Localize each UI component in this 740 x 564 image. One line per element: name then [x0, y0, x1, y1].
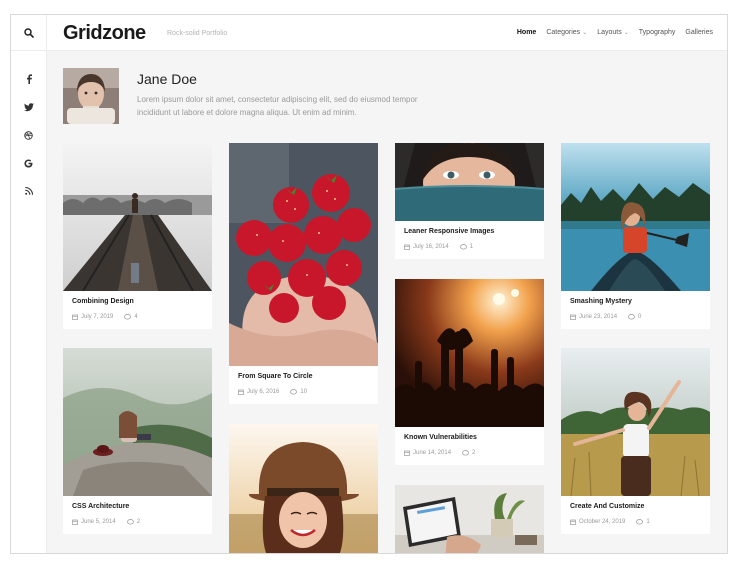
post-meta: June 14, 2014 2: [404, 450, 535, 456]
post-meta: June 23, 2014 0: [570, 314, 701, 320]
calendar-icon: [72, 519, 78, 525]
page-frame: Gridzone Rock-solid Portfolio Home Categ…: [10, 14, 728, 554]
comment-icon: [636, 519, 644, 525]
post-comment-count[interactable]: 10: [300, 389, 307, 395]
post-date: June 23, 2014: [579, 314, 618, 320]
post-date: June 5, 2014: [81, 519, 116, 525]
dribbble-icon: [24, 130, 33, 140]
calendar-icon: [404, 244, 410, 250]
nav-galleries[interactable]: Galleries: [685, 29, 713, 36]
google-icon: [24, 158, 33, 168]
calendar-icon: [570, 314, 576, 320]
facebook-link[interactable]: [11, 65, 47, 93]
post-meta: July 6, 2016 10: [238, 389, 369, 395]
post-title[interactable]: Known Vulnerabilities: [404, 434, 535, 441]
post-meta: July 7, 2019 4: [72, 314, 203, 320]
post-thumbnail[interactable]: [395, 279, 544, 427]
post-thumbnail[interactable]: [229, 143, 378, 366]
chevron-down-icon: ⌄: [582, 30, 588, 36]
post-comment-count[interactable]: 1: [470, 244, 473, 250]
post-thumbnail[interactable]: [561, 348, 710, 496]
post-thumbnail[interactable]: [229, 424, 378, 553]
post-title[interactable]: Leaner Responsive Images: [404, 228, 535, 235]
post-card[interactable]: Create And Customize October 24, 2019 1: [561, 348, 710, 534]
post-title[interactable]: Smashing Mystery: [570, 298, 701, 305]
post-meta: June 5, 2014 2: [72, 519, 203, 525]
site-logo[interactable]: Gridzone: [63, 22, 146, 45]
post-date: July 7, 2019: [81, 314, 114, 320]
comment-icon: [126, 519, 134, 525]
calendar-icon: [404, 450, 410, 456]
author-name: Jane Doe: [137, 71, 197, 87]
post-thumbnail[interactable]: [395, 143, 544, 221]
calendar-icon: [570, 519, 576, 525]
post-comment-count[interactable]: 1: [646, 519, 649, 525]
post-card[interactable]: CSS Architecture June 5, 2014 2: [63, 348, 212, 534]
post-title[interactable]: Create And Customize: [570, 503, 701, 510]
social-sidebar: [11, 15, 47, 553]
post-thumbnail[interactable]: [395, 485, 544, 553]
main-nav: Home Categories ⌄ Layouts ⌄ Typography Gal…: [517, 29, 713, 36]
post-comment-count[interactable]: 2: [137, 519, 140, 525]
post-title[interactable]: CSS Architecture: [72, 503, 203, 510]
post-comment-count[interactable]: 0: [638, 314, 641, 320]
post-card[interactable]: Combining Design July 7, 2019 4: [63, 143, 212, 329]
comment-icon: [290, 389, 298, 395]
rss-link[interactable]: [11, 177, 47, 205]
site-header: Gridzone Rock-solid Portfolio Home Categ…: [47, 15, 727, 51]
post-thumbnail[interactable]: [561, 143, 710, 291]
nav-typography[interactable]: Typography: [639, 29, 676, 36]
comment-icon: [124, 314, 132, 320]
search-icon: [23, 27, 34, 38]
post-card[interactable]: Smashing Mystery June 23, 2014 0: [561, 143, 710, 329]
dribbble-link[interactable]: [11, 121, 47, 149]
post-comment-count[interactable]: 4: [134, 314, 137, 320]
author-avatar: [63, 68, 119, 124]
nav-categories[interactable]: Categories ⌄: [546, 29, 587, 36]
post-card[interactable]: From Square To Circle July 6, 2016 10: [229, 143, 378, 404]
calendar-icon: [72, 314, 78, 320]
search-button[interactable]: [11, 15, 46, 51]
post-date: July 16, 2014: [413, 244, 449, 250]
post-title[interactable]: From Square To Circle: [238, 373, 369, 380]
google-link[interactable]: [11, 149, 47, 177]
post-date: October 24, 2019: [579, 519, 626, 525]
comment-icon: [462, 450, 469, 456]
nav-home[interactable]: Home: [517, 29, 536, 36]
post-thumbnail[interactable]: [63, 143, 212, 291]
facebook-icon: [26, 74, 32, 84]
chevron-down-icon: ⌄: [623, 30, 629, 36]
post-date: June 14, 2014: [413, 450, 452, 456]
post-card[interactable]: [395, 485, 544, 553]
comment-icon: [459, 244, 467, 250]
post-date: July 6, 2016: [247, 389, 280, 395]
calendar-icon: [238, 389, 244, 395]
twitter-link[interactable]: [11, 93, 47, 121]
post-meta: July 16, 2014 1: [404, 244, 535, 250]
post-card[interactable]: Leaner Responsive Images July 16, 2014 1: [395, 143, 544, 259]
post-card[interactable]: [229, 424, 378, 553]
post-card[interactable]: Known Vulnerabilities June 14, 2014 2: [395, 279, 544, 465]
author-bio: Lorem ipsum dolor sit amet, consectetur …: [137, 95, 418, 117]
site-tagline: Rock-solid Portfolio: [167, 30, 228, 37]
rss-icon: [24, 187, 33, 195]
post-title[interactable]: Combining Design: [72, 298, 203, 305]
post-comment-count[interactable]: 2: [472, 450, 475, 456]
nav-layouts[interactable]: Layouts ⌄: [597, 29, 629, 36]
twitter-icon: [23, 102, 34, 111]
social-links: [11, 51, 46, 205]
post-meta: October 24, 2019 1: [570, 519, 701, 525]
post-thumbnail[interactable]: [63, 348, 212, 496]
comment-icon: [628, 314, 635, 320]
